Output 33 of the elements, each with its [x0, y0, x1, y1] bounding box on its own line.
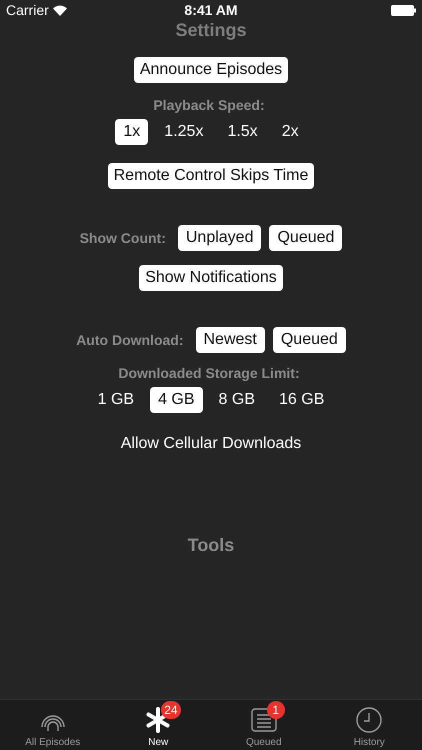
option-button[interactable]: Queued — [272, 327, 346, 353]
toggle-button[interactable]: Remote Control Skips Time — [108, 163, 314, 189]
section-heading: Tools — [188, 535, 234, 556]
count-badge: 24 — [161, 701, 181, 719]
setting-label: Downloaded Storage Limit: — [118, 365, 300, 381]
toggle-button[interactable]: Show Notifications — [139, 265, 283, 291]
option-button[interactable]: Unplayed — [178, 225, 262, 251]
clock-icon — [354, 705, 384, 735]
tab-bar-item[interactable]: 24 New — [106, 700, 211, 750]
tab-bar-item[interactable]: History — [316, 700, 422, 750]
count-badge: 1 — [266, 701, 285, 719]
option-button[interactable]: 2x — [274, 119, 307, 145]
option-button[interactable]: 1x — [115, 119, 148, 145]
tab-bar-item[interactable]: 1 Queued — [211, 700, 316, 750]
option-button[interactable]: 1.5x — [219, 119, 266, 145]
option-button[interactable]: Newest — [196, 327, 265, 353]
setting-label: Playback Speed: — [153, 97, 265, 113]
setting-label: Show Count: — [80, 230, 166, 246]
option-button[interactable]: 8 GB — [210, 387, 264, 413]
toggle-button[interactable]: Allow Cellular Downloads — [114, 431, 308, 457]
wifi-icon — [52, 4, 67, 16]
clock-time: 8:41 AM — [184, 2, 238, 18]
option-button[interactable]: Queued — [269, 225, 342, 251]
battery-icon — [391, 4, 416, 16]
carrier-name: Carrier — [6, 2, 49, 18]
option-button[interactable]: 16 GB — [271, 387, 332, 413]
toggle-button[interactable]: Announce Episodes — [134, 57, 288, 83]
tab-bar-item[interactable]: All Episodes — [0, 700, 106, 750]
screen-title: Settings — [174, 20, 248, 41]
option-button[interactable]: 1.25x — [156, 119, 212, 145]
setting-label: Auto Download: — [76, 332, 184, 348]
option-button[interactable]: 1 GB — [90, 387, 142, 413]
option-button[interactable]: 4 GB — [150, 387, 203, 413]
